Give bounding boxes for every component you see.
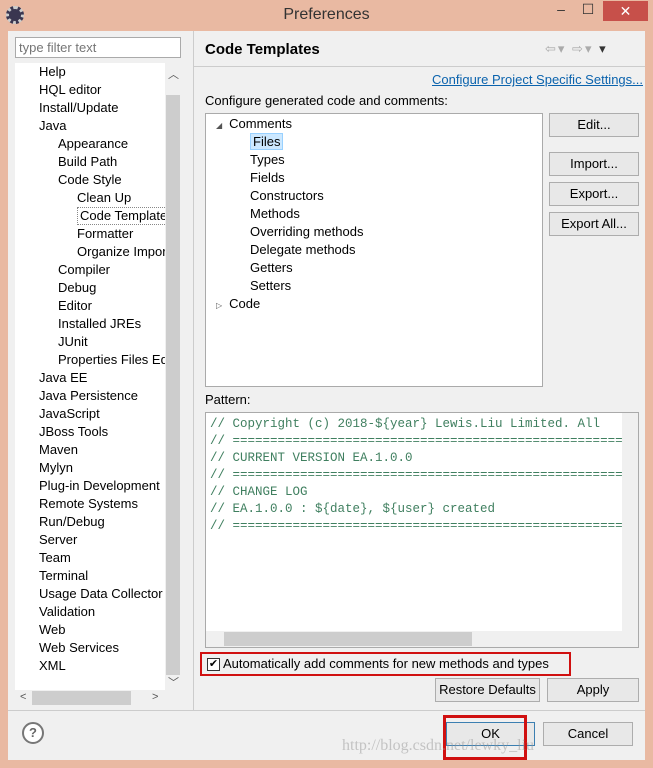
- sidebar-item[interactable]: Install/Update: [39, 99, 119, 117]
- sidebar-item[interactable]: XML: [39, 657, 66, 675]
- pattern-vertical-scrollbar[interactable]: [622, 413, 638, 633]
- sidebar-item[interactable]: Compiler: [58, 261, 110, 279]
- sidebar-item[interactable]: Maven: [39, 441, 78, 459]
- sidebar-item[interactable]: JUnit: [58, 333, 88, 351]
- history-nav[interactable]: ⇦▾ ⇨▾ ▾: [545, 41, 608, 57]
- sidebar-item[interactable]: Installed JREs: [58, 315, 141, 333]
- auto-comments-checkbox[interactable]: ✔: [207, 658, 220, 671]
- filter-input[interactable]: [15, 37, 181, 58]
- export-button[interactable]: Export...: [549, 182, 639, 206]
- sidebar-item[interactable]: Server: [39, 531, 77, 549]
- pane-divider[interactable]: [193, 31, 194, 710]
- sidebar-item[interactable]: Plug-in Development: [39, 477, 160, 495]
- template-tree-label[interactable]: Constructors: [250, 188, 324, 203]
- sidebar-item[interactable]: Java Persistence: [39, 387, 138, 405]
- sidebar-item[interactable]: Java: [39, 117, 66, 135]
- templates-tree: ◢ Comments Files Types Fields Constructors Met…: [205, 113, 543, 387]
- template-tree-item[interactable]: Delegate methods: [250, 241, 356, 259]
- template-tree-item[interactable]: Getters: [250, 259, 293, 277]
- template-tree-label[interactable]: Files: [250, 133, 284, 150]
- pattern-label: Pattern:: [205, 392, 251, 407]
- template-tree-label[interactable]: Code: [229, 296, 260, 311]
- sidebar-item[interactable]: Team: [39, 549, 71, 567]
- sidebar-item[interactable]: Organize Imports: [77, 243, 165, 261]
- template-tree-item[interactable]: Methods: [250, 205, 300, 223]
- export-all-button[interactable]: Export All...: [549, 212, 639, 236]
- template-tree-item[interactable]: ▷ Code: [216, 295, 260, 313]
- sidebar-item[interactable]: Mylyn: [39, 459, 73, 477]
- sidebar-item[interactable]: Terminal: [39, 567, 88, 585]
- sidebar-scroll-thumb[interactable]: [166, 95, 180, 675]
- sidebar-item[interactable]: Remote Systems: [39, 495, 138, 513]
- auto-comments-label[interactable]: Automatically add comments for new metho…: [223, 656, 549, 671]
- restore-defaults-button[interactable]: Restore Defaults: [435, 678, 540, 702]
- close-button[interactable]: ✕: [603, 1, 648, 21]
- template-tree-item[interactable]: Constructors: [250, 187, 324, 205]
- page-title: Code Templates: [205, 41, 320, 58]
- template-tree-label[interactable]: Comments: [229, 116, 292, 131]
- watermark: http://blog.csdn.net/lewky_liu: [342, 737, 534, 754]
- template-tree-item[interactable]: Files: [250, 133, 284, 151]
- template-tree-item[interactable]: Overriding methods: [250, 223, 363, 241]
- template-tree-label[interactable]: Fields: [250, 170, 285, 185]
- sidebar-item[interactable]: Java EE: [39, 369, 87, 387]
- template-tree-item[interactable]: Types: [250, 151, 285, 169]
- preferences-tree: Help HQL editor Install/Update Java Appearan…: [15, 63, 165, 690]
- pattern-text[interactable]: // Copyright (c) 2018-${year} Lewis.Liu …: [210, 416, 638, 535]
- template-tree-label[interactable]: Overriding methods: [250, 224, 363, 239]
- apply-button[interactable]: Apply: [547, 678, 639, 702]
- sidebar-item[interactable]: Formatter: [77, 225, 133, 243]
- tree-expander-icon[interactable]: ▷: [216, 301, 222, 310]
- import-button[interactable]: Import...: [549, 152, 639, 176]
- edit-button[interactable]: Edit...: [549, 113, 639, 137]
- sidebar-item[interactable]: HQL editor: [39, 81, 101, 99]
- pattern-editor[interactable]: // Copyright (c) 2018-${year} Lewis.Liu …: [205, 412, 639, 648]
- auto-comments-option[interactable]: ✔ Automatically add comments for new met…: [200, 652, 571, 676]
- back-icon[interactable]: ⇦▾: [545, 41, 566, 56]
- sidebar-item[interactable]: Debug: [58, 279, 96, 297]
- sidebar-item[interactable]: Appearance: [58, 135, 128, 153]
- sidebar-item[interactable]: Help: [39, 63, 66, 81]
- template-tree-label[interactable]: Setters: [250, 278, 291, 293]
- sidebar-item[interactable]: Code Style: [58, 171, 122, 189]
- template-tree-item[interactable]: Setters: [250, 277, 291, 295]
- sidebar-item[interactable]: Web: [39, 621, 66, 639]
- sidebar-item[interactable]: Clean Up: [77, 189, 131, 207]
- template-tree-label[interactable]: Delegate methods: [250, 242, 356, 257]
- pattern-hscroll-thumb[interactable]: [224, 632, 472, 646]
- view-menu-icon[interactable]: ▾: [599, 41, 608, 56]
- sidebar-item[interactable]: Web Services: [39, 639, 119, 657]
- template-tree-item[interactable]: ◢ Comments: [216, 115, 292, 133]
- scroll-up-icon[interactable]: ︿: [168, 66, 179, 82]
- scroll-down-icon[interactable]: ﹀: [168, 674, 179, 690]
- sidebar-item[interactable]: Build Path: [58, 153, 117, 171]
- template-tree-label[interactable]: Getters: [250, 260, 293, 275]
- sidebar-hscroll-thumb[interactable]: [32, 691, 131, 705]
- sidebar-item[interactable]: JBoss Tools: [39, 423, 108, 441]
- title-bar: Preferences – ☐ ✕: [0, 0, 653, 30]
- header-separator: [194, 66, 645, 67]
- sidebar-item[interactable]: Editor: [58, 297, 92, 315]
- sidebar-item[interactable]: JavaScript: [39, 405, 100, 423]
- sidebar-item[interactable]: Code Templates: [77, 207, 165, 225]
- template-tree-item[interactable]: Fields: [250, 169, 285, 187]
- scroll-right-icon[interactable]: >: [152, 691, 158, 703]
- tree-expander-icon[interactable]: ◢: [216, 121, 222, 130]
- configure-label: Configure generated code and comments:: [205, 93, 448, 108]
- forward-icon[interactable]: ⇨▾: [572, 41, 593, 56]
- sidebar-item[interactable]: Properties Files Editor: [58, 351, 165, 369]
- sidebar-item[interactable]: Usage Data Collector: [39, 585, 163, 603]
- footer-separator: [8, 710, 645, 711]
- template-tree-label[interactable]: Types: [250, 152, 285, 167]
- maximize-button[interactable]: ☐: [575, 1, 601, 21]
- scroll-left-icon[interactable]: <: [20, 691, 26, 703]
- cancel-button[interactable]: Cancel: [543, 722, 633, 746]
- minimize-button[interactable]: –: [548, 1, 574, 21]
- help-icon[interactable]: ?: [22, 722, 44, 744]
- project-settings-link[interactable]: Configure Project Specific Settings...: [432, 72, 643, 87]
- template-tree-label[interactable]: Methods: [250, 206, 300, 221]
- sidebar-item[interactable]: Run/Debug: [39, 513, 105, 531]
- sidebar-item[interactable]: Validation: [39, 603, 95, 621]
